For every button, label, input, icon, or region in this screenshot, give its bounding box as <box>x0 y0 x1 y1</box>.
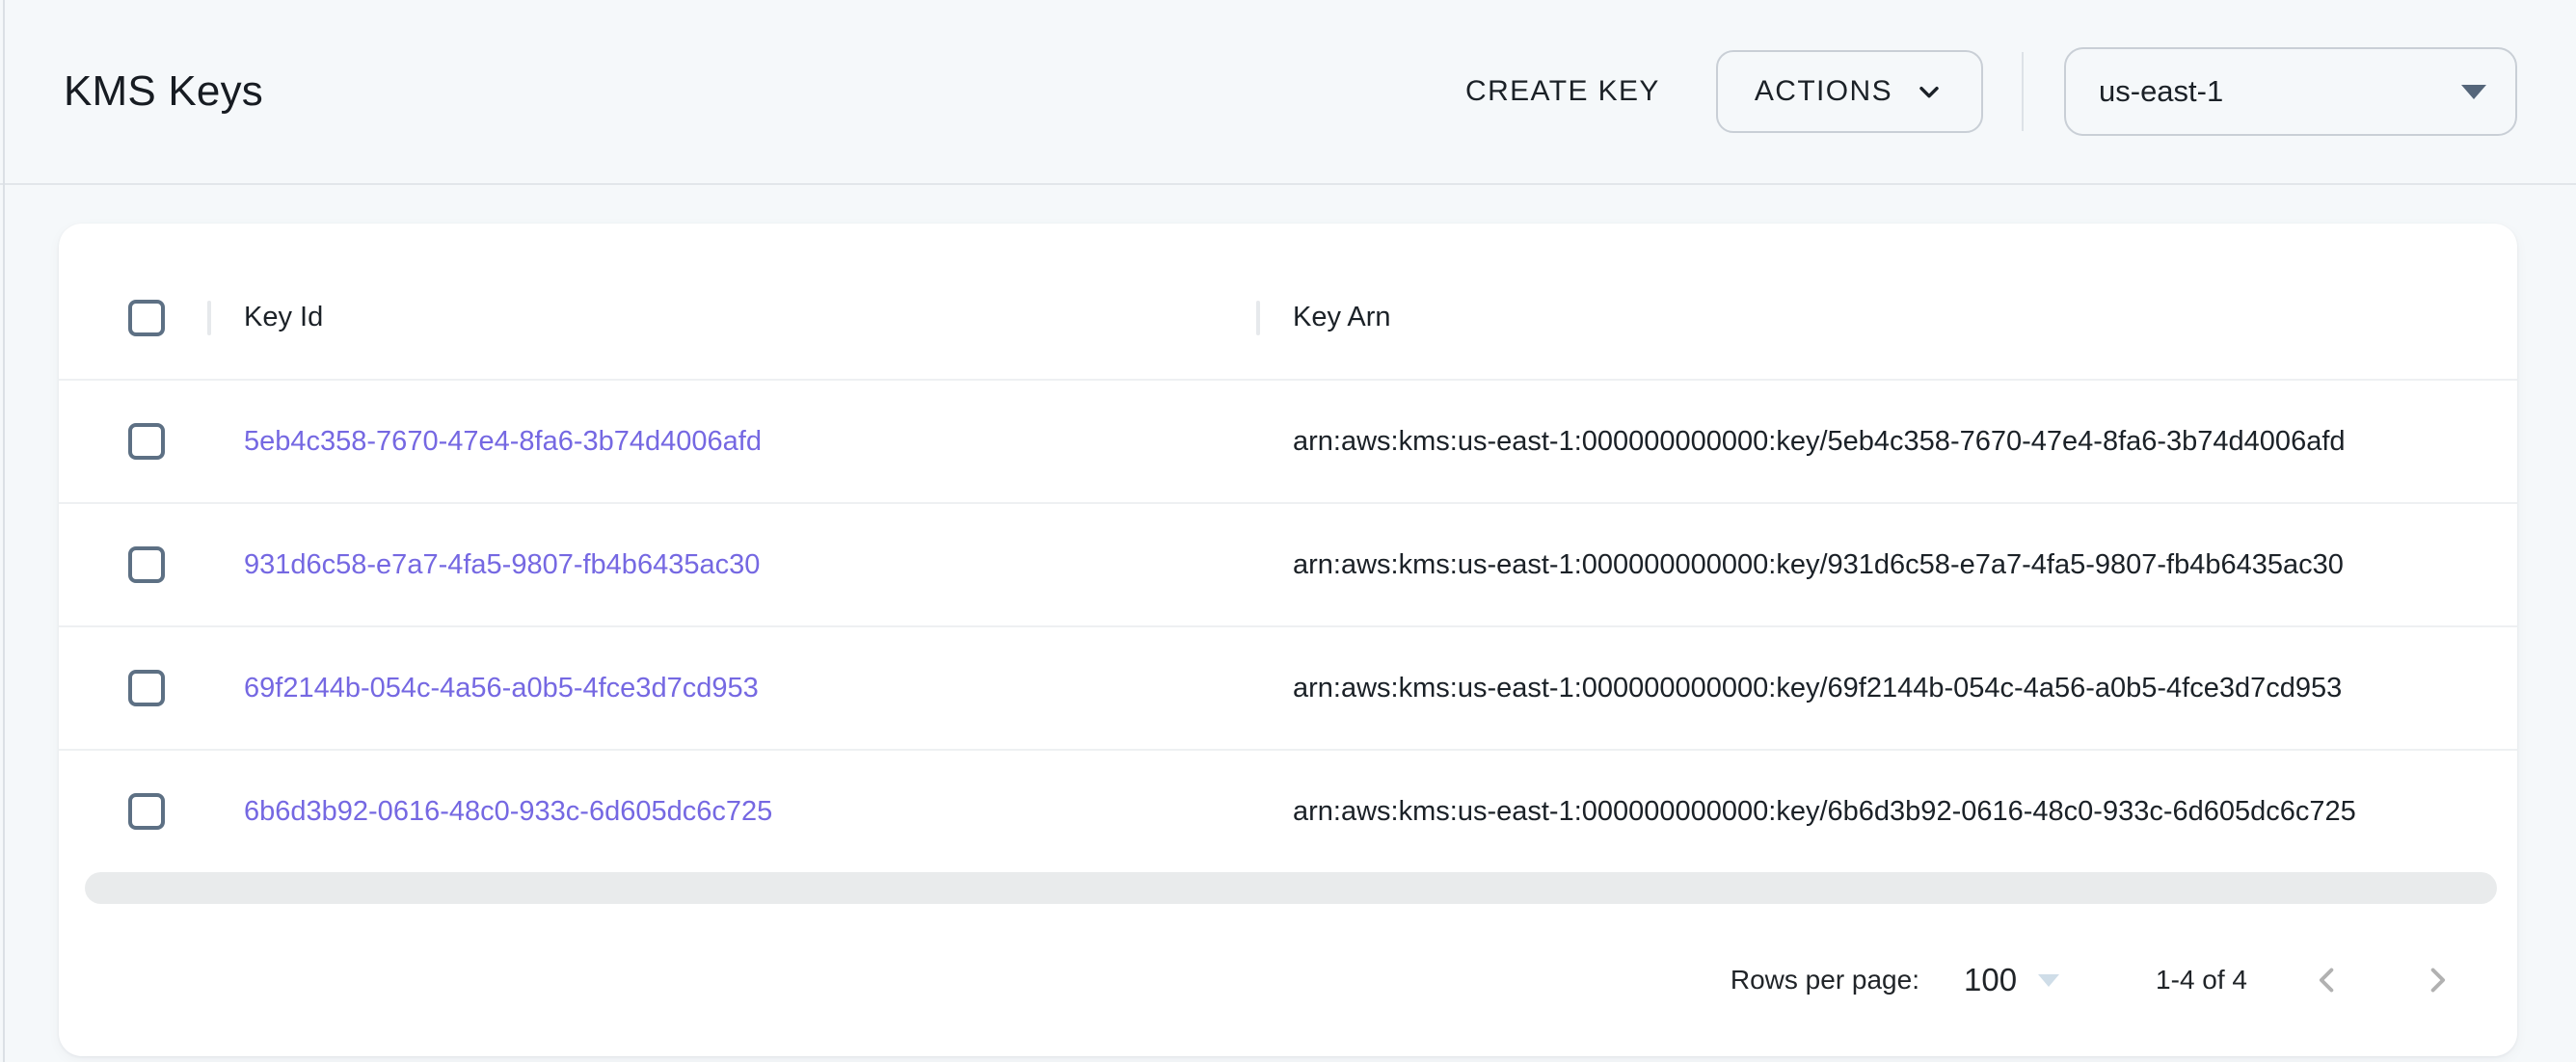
row-checkbox[interactable] <box>128 670 165 706</box>
page-header: KMS Keys CREATE KEY ACTIONS us-east-1 <box>0 0 2576 185</box>
chevron-down-icon <box>1914 76 1945 107</box>
column-header-key-arn: Key Arn <box>1293 302 1391 333</box>
caret-down-icon <box>2461 85 2486 99</box>
header-cell-key-arn: Key Arn <box>1258 302 2517 333</box>
keys-table-card: Key Id Key Arn 5eb4c358-7670-47e4-8fa6-3… <box>59 224 2517 1056</box>
create-key-button[interactable]: CREATE KEY <box>1444 58 1681 125</box>
previous-page-button[interactable] <box>2297 950 2357 1010</box>
column-header-key-id: Key Id <box>244 302 323 333</box>
actions-button[interactable]: ACTIONS <box>1716 50 1983 133</box>
left-edge-divider <box>3 0 5 1062</box>
table-row: 6b6d3b92-0616-48c0-933c-6d605dc6c725 arn… <box>59 749 2517 872</box>
rows-per-page-value: 100 <box>1964 962 2017 998</box>
actions-button-label: ACTIONS <box>1755 75 1892 108</box>
row-checkbox[interactable] <box>128 423 165 460</box>
chevron-right-icon <box>2417 960 2457 1000</box>
next-page-button[interactable] <box>2407 950 2467 1010</box>
row-checkbox[interactable] <box>128 546 165 583</box>
key-arn-text: arn:aws:kms:us-east-1:000000000000:key/9… <box>1293 549 2344 581</box>
table-row: 931d6c58-e7a7-4fa5-9807-fb4b6435ac30 arn… <box>59 502 2517 625</box>
region-select[interactable]: us-east-1 <box>2064 47 2517 136</box>
chevron-left-icon <box>2307 960 2348 1000</box>
horizontal-scrollbar[interactable] <box>85 872 2497 904</box>
header-checkbox-cell <box>59 300 209 336</box>
table-row: 5eb4c358-7670-47e4-8fa6-3b74d4006afd arn… <box>59 379 2517 502</box>
key-arn-text: arn:aws:kms:us-east-1:000000000000:key/5… <box>1293 426 2346 458</box>
caret-down-icon <box>2038 974 2059 987</box>
key-arn-text: arn:aws:kms:us-east-1:000000000000:key/6… <box>1293 796 2356 828</box>
page-title: KMS Keys <box>64 67 263 116</box>
row-checkbox[interactable] <box>128 793 165 830</box>
rows-per-page-label: Rows per page: <box>1731 965 1919 996</box>
table-row: 69f2144b-054c-4a56-a0b5-4fce3d7cd953 arn… <box>59 625 2517 749</box>
key-arn-text: arn:aws:kms:us-east-1:000000000000:key/6… <box>1293 673 2342 704</box>
header-cell-key-id: Key Id <box>209 302 1258 333</box>
pagination-bar: Rows per page: 100 1-4 of 4 <box>59 904 2517 1056</box>
header-vertical-divider <box>2022 52 2024 131</box>
key-id-link[interactable]: 6b6d3b92-0616-48c0-933c-6d605dc6c725 <box>244 796 772 828</box>
key-id-link[interactable]: 69f2144b-054c-4a56-a0b5-4fce3d7cd953 <box>244 673 759 704</box>
select-all-checkbox[interactable] <box>128 300 165 336</box>
region-select-value: us-east-1 <box>2099 74 2223 109</box>
key-id-link[interactable]: 5eb4c358-7670-47e4-8fa6-3b74d4006afd <box>244 426 762 458</box>
header-actions: CREATE KEY ACTIONS us-east-1 <box>1444 47 2517 136</box>
column-resize-handle[interactable] <box>1256 301 1260 335</box>
table-header-row: Key Id Key Arn <box>59 256 2517 379</box>
key-id-link[interactable]: 931d6c58-e7a7-4fa5-9807-fb4b6435ac30 <box>244 549 760 581</box>
rows-per-page-select[interactable]: 100 <box>1960 956 2063 1004</box>
page-range-label: 1-4 of 4 <box>2156 965 2247 996</box>
column-resize-handle[interactable] <box>207 301 211 335</box>
